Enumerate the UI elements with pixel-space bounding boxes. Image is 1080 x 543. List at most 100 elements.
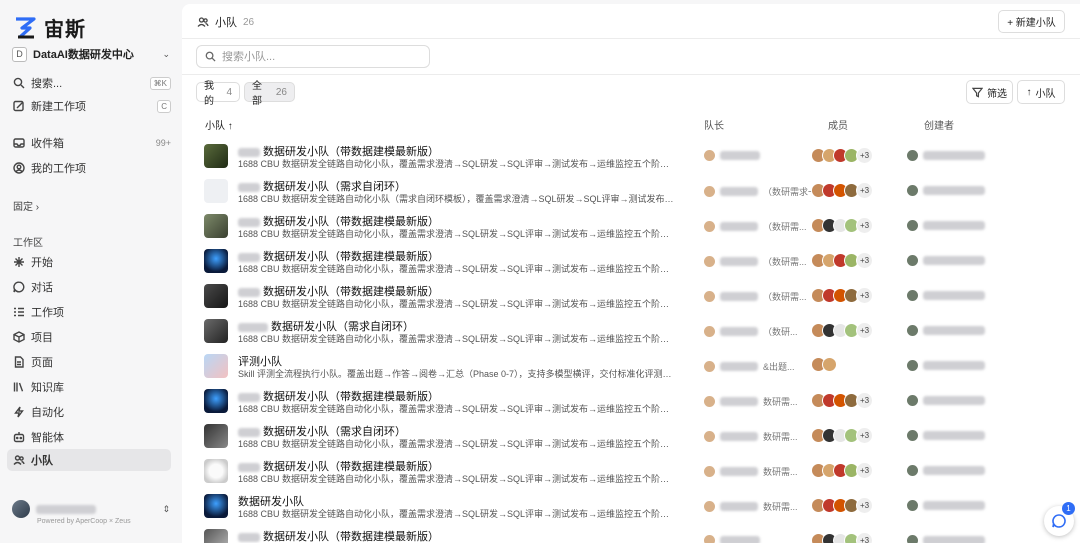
filter-button[interactable]: 筛选 [966, 80, 1013, 104]
redacted-creator-name [923, 221, 985, 230]
column-header-name[interactable]: 小队 ↑ [205, 117, 233, 132]
team-row[interactable]: 数据研发小队（带数据建模最新版） 1688 CBU 数据研发全链路自动化小队，覆盖… [204, 454, 1064, 489]
nav-teams[interactable]: 小队 [7, 449, 171, 471]
nav-projects[interactable]: 项目 [7, 326, 171, 348]
member-avatar [822, 357, 837, 372]
team-leader[interactable]: 数研需... [704, 430, 798, 443]
nav-search[interactable]: 搜索... ⌘K [7, 72, 171, 94]
team-members[interactable] [811, 357, 837, 372]
nav-agents[interactable]: 智能体 [7, 426, 171, 448]
nav-pages[interactable]: 页面 [7, 351, 171, 373]
team-creator[interactable] [907, 360, 985, 371]
team-leader[interactable]: （数研... [704, 325, 798, 338]
team-creator[interactable] [907, 150, 985, 161]
team-search[interactable] [196, 45, 430, 68]
team-row[interactable]: 数据研发小队（需求自闭环） 1688 CBU 数据研发全链路自动化小队，覆盖需求澄… [204, 314, 1064, 349]
team-row[interactable]: 评测小队 Skill 评测全流程执行小队。覆盖出题→作答→阅卷→汇总（Phase … [204, 349, 1064, 384]
more-members-count: +3 [856, 217, 873, 234]
team-members[interactable]: +3 [811, 182, 873, 199]
team-members[interactable]: +3 [811, 322, 873, 339]
column-header-leader[interactable]: 队长 [704, 117, 724, 132]
column-header-members[interactable]: 成员 [828, 117, 848, 132]
leader-role: 数研需... [763, 397, 798, 407]
tab-all[interactable]: 全部 26 [244, 81, 295, 107]
new-team-button[interactable]: + 新建小队 [998, 10, 1065, 33]
nav-my-work-items[interactable]: 我的工作项 [7, 157, 171, 179]
nav-knowledge-base[interactable]: 知识库 [7, 376, 171, 398]
more-members-count: +3 [856, 287, 873, 304]
team-leader[interactable] [704, 150, 765, 161]
leader-role: 数研需... [763, 432, 798, 442]
column-header-creator[interactable]: 创建者 [924, 117, 954, 132]
bolt-icon [14, 406, 24, 418]
org-switcher[interactable]: D DataAI数据研发中心 ⌄ [12, 44, 170, 64]
team-avatar [204, 459, 228, 483]
avatar [907, 325, 918, 336]
team-icon [197, 17, 209, 27]
team-creator[interactable] [907, 185, 985, 196]
team-creator[interactable] [907, 255, 985, 266]
team-members[interactable]: +3 [811, 532, 873, 543]
redacted-leader-name [720, 222, 758, 231]
team-leader[interactable]: （数研需... [704, 290, 807, 303]
team-members[interactable]: +3 [811, 287, 873, 304]
team-creator[interactable] [907, 325, 985, 336]
brand-logo[interactable]: 宙斯 [14, 13, 86, 42]
tab-count: 4 [226, 86, 232, 98]
team-members[interactable]: +3 [811, 462, 873, 479]
tab-mine[interactable]: 我的 4 [196, 81, 240, 107]
team-row[interactable]: 数据研发小队（需求自闭环） 1688 CBU 数据研发全链路自动化小队，覆盖需求澄… [204, 419, 1064, 454]
team-creator[interactable] [907, 535, 985, 543]
leader-role: （数研需... [763, 257, 807, 267]
chevron-down-icon: ⌄ [162, 48, 170, 59]
team-members[interactable]: +3 [811, 497, 873, 514]
team-row[interactable]: 数据研发小队（带数据建模最新版） 1688 CBU 数据研发全链路自动化小队，覆盖… [204, 139, 1064, 174]
team-creator[interactable] [907, 395, 985, 406]
team-leader[interactable] [704, 535, 765, 543]
team-members[interactable]: +3 [811, 252, 873, 269]
org-name: DataAI数据研发中心 [33, 49, 134, 61]
team-row[interactable]: 数据研发小队（需求自闭环） 1688 CBU 数据研发全链路自动化小队（需求自闭环… [204, 174, 1064, 209]
team-creator[interactable] [907, 465, 985, 476]
team-leader[interactable]: 数研需... [704, 395, 798, 408]
team-row[interactable]: 数据研发小队 1688 CBU 数据研发全链路自动化小队，覆盖需求澄清→SQL研发… [204, 489, 1064, 524]
nav-chat[interactable]: 对话 [7, 276, 171, 298]
pinned-section[interactable]: 固定 › [13, 198, 39, 213]
user-menu[interactable]: ⇕ [12, 500, 170, 518]
team-row[interactable]: 数据研发小队（带数据建模最新版） 1688 CBU 数据研发全链路自动化小队，覆盖… [204, 209, 1064, 244]
nav-start[interactable]: 开始 [7, 251, 171, 273]
team-creator[interactable] [907, 220, 985, 231]
main-panel: 小队 26 + 新建小队 我的 4 全部 26 筛选 ↑ 小队 小队 ↑ 队长 … [182, 4, 1080, 543]
team-creator[interactable] [907, 290, 985, 301]
nav-new-work-item[interactable]: 新建工作项 C [7, 95, 171, 117]
team-leader[interactable]: 数研需... [704, 500, 798, 513]
team-leader[interactable]: （数研需... [704, 255, 807, 268]
team-members[interactable]: +3 [811, 147, 873, 164]
nav-work-items[interactable]: 工作项 [7, 301, 171, 323]
filter-label: 筛选 [987, 88, 1007, 100]
team-members[interactable]: +3 [811, 392, 873, 409]
team-row[interactable]: 数据研发小队（带数据建模最新版） 1688 CBU 数据研发全链路自动化小队，覆盖… [204, 244, 1064, 279]
sparkle-icon [14, 257, 24, 267]
more-members-count: +3 [856, 322, 873, 339]
filter-icon [972, 87, 983, 98]
team-members[interactable]: +3 [811, 427, 873, 444]
team-creator[interactable] [907, 500, 985, 511]
redacted-creator-name [923, 151, 985, 160]
team-members[interactable]: +3 [811, 217, 873, 234]
team-name-text: 数据研发小队（带数据建模最新版） [263, 531, 439, 543]
team-leader[interactable]: （数研需... [704, 220, 807, 233]
nav-inbox[interactable]: 收件箱 99+ [7, 132, 171, 154]
team-row[interactable]: 数据研发小队（带数据建模最新版） 1688 CBU 数据研发全链路自动化小队，覆盖… [204, 384, 1064, 419]
nav-automation[interactable]: 自动化 [7, 401, 171, 423]
team-leader[interactable]: &出题... [704, 360, 795, 373]
sort-button[interactable]: ↑ 小队 [1017, 80, 1065, 104]
leader-role: （数研需... [763, 292, 807, 302]
redacted-leader-name [720, 292, 758, 301]
search-input[interactable] [222, 50, 422, 63]
redacted-creator-name [923, 536, 985, 543]
team-leader[interactable]: 数研需... [704, 465, 798, 478]
team-creator[interactable] [907, 430, 985, 441]
team-row[interactable]: 数据研发小队（带数据建模最新版） +3 [204, 524, 1064, 543]
team-row[interactable]: 数据研发小队（带数据建模最新版） 1688 CBU 数据研发全链路自动化小队，覆盖… [204, 279, 1064, 314]
